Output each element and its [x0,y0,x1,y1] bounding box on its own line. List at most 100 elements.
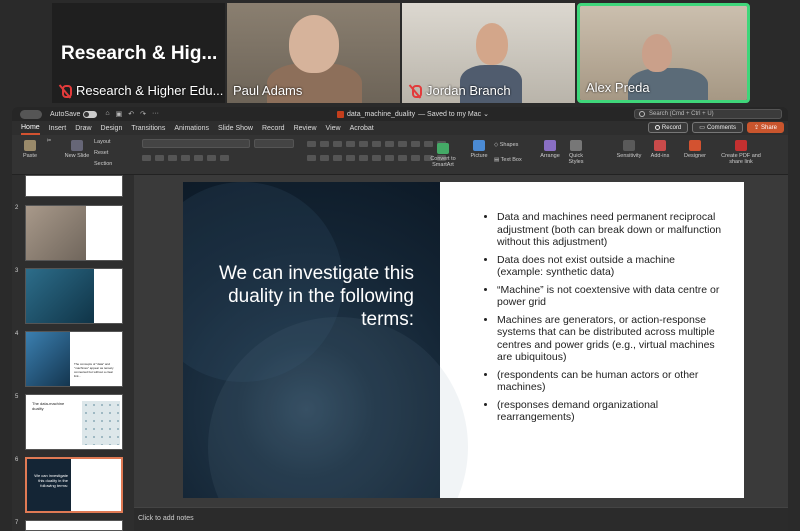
record-button[interactable]: Record [647,122,689,133]
participant-name-alex: Alex Preda [586,80,650,95]
powerpoint-file-icon [337,110,344,118]
window-controls[interactable] [20,109,42,119]
share-button[interactable]: ⇪ Share [746,122,784,133]
bold-icon[interactable] [142,155,151,161]
notes-pane[interactable]: Click to add notes [134,507,788,531]
thumbnail-image [26,206,86,260]
tab-animations[interactable]: Animations [174,123,209,134]
sensitivity-button[interactable]: Sensitivity [614,140,644,159]
create-pdf-button[interactable]: Create PDF and share link [718,140,764,165]
video-tile-jordan[interactable]: Jordan Branch [402,3,575,103]
italic-icon[interactable] [155,155,164,161]
clipboard-icon [24,140,36,151]
more-paragraph-icon[interactable] [411,141,420,147]
slide-number: 2 [15,205,19,211]
tab-insert[interactable]: Insert [49,123,67,134]
slide-number: 6 [15,457,19,463]
slide-thumbnail-3[interactable] [25,268,123,324]
slide-thumbnail-4[interactable]: The concepts of "data" and "machines" ap… [25,331,123,387]
indent-icon[interactable] [333,141,342,147]
tab-view[interactable]: View [326,123,341,134]
distribute-icon[interactable] [359,155,368,161]
video-tile-room[interactable]: Research & Hig... Research & Higher Edu.… [52,3,225,103]
mic-muted-icon [408,84,422,98]
bullets-icon[interactable] [307,141,316,147]
text-direction-icon[interactable] [385,141,394,147]
font-size-select[interactable] [254,139,294,148]
justify-icon[interactable] [346,155,355,161]
slide-dark-panel: We can investigate this duality in the f… [183,182,468,498]
comments-button[interactable]: ▭ Comments [692,122,743,133]
text-box-margin-icon[interactable] [411,155,420,161]
new-slide-button[interactable]: New Slide [64,140,90,159]
video-tile-alex[interactable]: Alex Preda [577,3,750,103]
comment-icon: ▭ [699,125,705,131]
align-right-icon[interactable] [333,155,342,161]
numbering-icon[interactable] [320,141,329,147]
layout-button[interactable]: Layout [94,139,111,145]
font-family-select[interactable] [142,139,250,148]
cut-icon[interactable]: ✂ [44,138,54,144]
font-color-icon[interactable] [220,155,229,161]
home-icon[interactable]: ⌂ [105,110,109,118]
tab-acrobat[interactable]: Acrobat [350,123,374,134]
tab-home[interactable]: Home [21,122,40,135]
more-icon[interactable]: ··· [152,110,159,118]
thumbnail-image [26,269,94,323]
arrange-button[interactable]: Arrange [538,140,562,159]
search-input[interactable]: Search (Cmd + Ctrl + U) [634,109,782,119]
superscript-icon[interactable] [207,155,216,161]
tab-transitions[interactable]: Transitions [131,123,165,134]
align-top-icon[interactable] [372,155,381,161]
current-slide[interactable]: We can investigate this duality in the f… [183,182,744,498]
add-ins-button[interactable]: Add-ins [648,140,672,159]
slide-number: 7 [15,520,19,526]
bullet-item: (responses demand organizational rearran… [497,399,723,424]
share-icon: ⇪ [753,125,759,131]
align-bottom-icon[interactable] [398,155,407,161]
tab-slide-show[interactable]: Slide Show [218,123,253,134]
slide-thumbnail-6[interactable]: We can investigate this duality in the f… [25,457,123,513]
document-title[interactable]: data_machine_duality — Saved to my Mac ⌄ [337,110,489,118]
line-spacing-icon[interactable] [359,141,368,147]
reset-button[interactable]: Reset [94,150,108,156]
align-text-icon[interactable] [398,141,407,147]
autosave-toggle[interactable]: AutoSave [50,110,98,118]
slide-thumbnail-2[interactable] [25,205,123,261]
columns-icon[interactable] [372,141,381,147]
paste-button[interactable]: Paste [18,140,42,159]
ribbon-tabs: Home Insert Draw Design Transitions Anim… [12,121,788,135]
align-left-icon[interactable] [307,155,316,161]
person-head [476,23,508,65]
shapes-button[interactable]: ◇ Shapes [494,142,518,148]
strike-icon[interactable] [181,155,190,161]
designer-button[interactable]: Designer [682,140,708,159]
font-format-buttons [142,155,229,161]
text-box-button[interactable]: ▤ Text Box [494,157,522,163]
tab-record[interactable]: Record [262,123,285,134]
subscript-icon[interactable] [194,155,203,161]
slide-number: 5 [15,394,19,400]
slide-thumbnail-1[interactable] [25,175,123,197]
save-icon[interactable]: ▣ [116,110,123,118]
outdent-icon[interactable] [346,141,355,147]
slide-thumbnail-5[interactable]: The data-machine duality [25,394,123,450]
quick-styles-button[interactable]: Quick Styles [564,140,588,165]
underline-icon[interactable] [168,155,177,161]
notes-placeholder: Click to add notes [138,515,194,522]
slide-thumbnail-7[interactable] [25,520,123,531]
tab-draw[interactable]: Draw [75,123,91,134]
participant-name-room: Research & Higher Edu... [58,83,223,98]
picture-button[interactable]: Picture [468,140,490,159]
video-tile-paul[interactable]: Paul Adams [227,3,400,103]
align-center-icon[interactable] [320,155,329,161]
section-button[interactable]: Section [94,161,112,167]
redo-icon[interactable]: ↷ [140,110,146,118]
convert-smartart-button[interactable]: Convert to SmartArt [422,143,464,168]
undo-icon[interactable]: ↶ [128,110,134,118]
powerpoint-window: AutoSave ⌂ ▣ ↶ ↷ ··· data_machine_dualit… [12,107,788,531]
video-strip: Research & Hig... Research & Higher Edu.… [52,3,750,103]
tab-review[interactable]: Review [294,123,317,134]
align-middle-icon[interactable] [385,155,394,161]
tab-design[interactable]: Design [101,123,123,134]
